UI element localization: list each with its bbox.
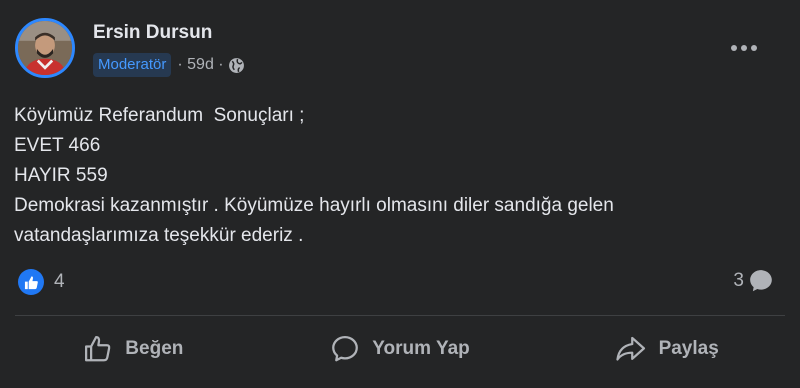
post-body-line: Demokrasi kazanmıştır . Köyümüze hayırlı… [14,195,614,216]
post-card: Ersin Dursun Moderatör · 59d · Köyümüz R… [0,0,800,388]
like-button[interactable]: Beğen [0,322,267,376]
post-actions: Beğen Yorum Yap Paylaş [0,322,800,376]
share-arrow-icon [615,336,645,361]
post-time[interactable]: · 59d · [177,56,223,74]
like-label: Beğen [125,338,184,359]
moderator-badge[interactable]: Moderatör [93,53,172,77]
post-body-line: EVET 466 [14,135,101,156]
more-options-button[interactable] [722,33,766,63]
avatar-photo [18,21,72,75]
speech-bubble-icon [332,336,359,362]
comment-label: Yorum Yap [372,338,470,359]
author-name[interactable]: Ersin Dursun [93,22,212,44]
comment-count: 3 [733,270,744,291]
post-body: Köyümüz Referandum Sonuçları ; EVET 466 … [14,101,784,251]
comment-button[interactable]: Yorum Yap [267,322,534,376]
share-button[interactable]: Paylaş [533,322,800,376]
thumbs-up-icon [85,336,111,362]
post-body-line: vatandaşlarımıza teşekkür ederiz . [14,225,304,246]
like-reaction-icon [18,269,44,295]
more-options-icon [731,45,757,51]
share-label: Paylaş [658,338,719,359]
post-meta: Moderatör · 59d · [93,52,245,78]
globe-icon[interactable] [228,57,245,74]
post-body-line: HAYIR 559 [14,165,108,186]
post-body-line: Köyümüz Referandum Sonuçları ; [14,105,305,126]
reactions-summary[interactable]: 4 [18,268,65,296]
comment-icon [750,270,772,292]
comments-summary[interactable]: 3 [733,266,774,296]
divider [15,315,785,316]
reaction-count: 4 [54,271,65,292]
avatar[interactable] [15,18,75,78]
